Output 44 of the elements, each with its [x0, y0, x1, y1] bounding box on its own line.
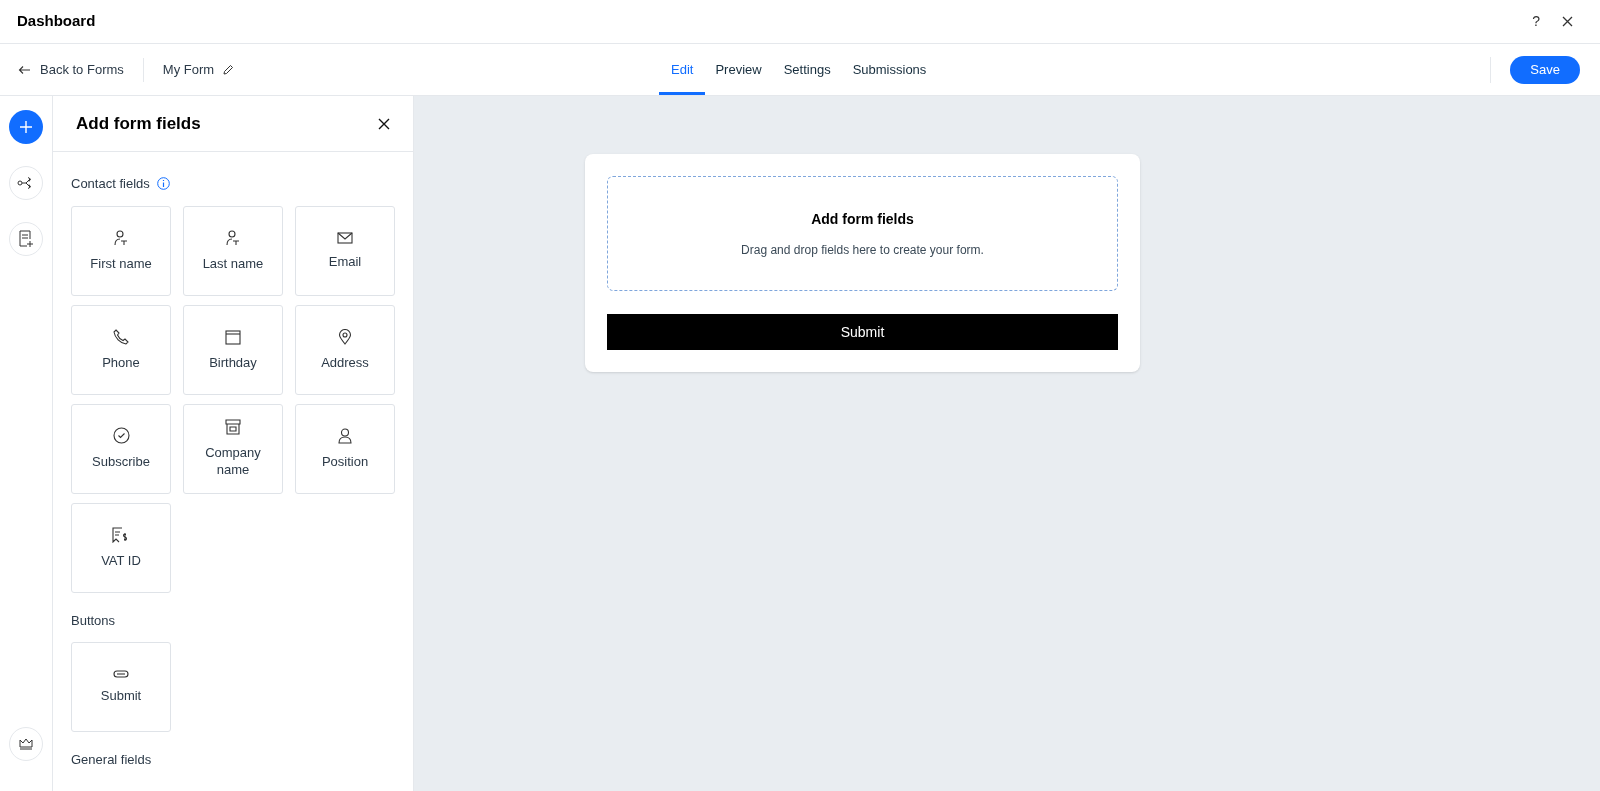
save-button[interactable]: Save: [1510, 55, 1580, 84]
tab[interactable]: Settings: [771, 44, 843, 95]
field-tile[interactable]: Company name: [183, 403, 283, 494]
field-tile[interactable]: Address: [295, 304, 395, 395]
field-tile[interactable]: Submit: [71, 642, 171, 732]
person-text-icon: [226, 229, 240, 246]
phone-icon: [113, 328, 129, 345]
drop-title: Add form fields: [811, 209, 914, 229]
person-text-icon: [114, 229, 128, 246]
info-icon[interactable]: [156, 177, 170, 191]
add-button[interactable]: [9, 110, 43, 144]
field-tile[interactable]: Position: [295, 403, 395, 494]
check-circle-icon: [112, 427, 130, 444]
field-tile[interactable]: First name: [71, 205, 171, 296]
arrow-left-icon: [18, 64, 31, 75]
back-link[interactable]: Back to Forms: [18, 59, 124, 80]
window-title: Dashboard: [17, 11, 96, 32]
field-tile[interactable]: Subscribe: [71, 403, 171, 494]
button-icon: [113, 670, 129, 678]
pencil-icon[interactable]: [222, 63, 235, 76]
submit-button[interactable]: Submit: [607, 314, 1118, 350]
panel-title: Add form fields: [76, 112, 201, 135]
person-icon: [338, 427, 352, 444]
drop-hint: Drag and drop fields here to create your form.: [741, 241, 984, 259]
section-title: Buttons: [71, 611, 116, 630]
field-tile[interactable]: Birthday: [183, 304, 283, 395]
calendar-icon: [225, 328, 241, 345]
field-tile[interactable]: Phone: [71, 304, 171, 395]
section-title: General fields: [71, 751, 152, 769]
field-tile[interactable]: VAT ID: [71, 502, 171, 593]
mail-icon: [337, 231, 353, 244]
store-icon: [225, 419, 241, 435]
receipt-icon: [112, 526, 130, 543]
close-icon[interactable]: [378, 117, 390, 130]
close-icon[interactable]: [1562, 16, 1573, 27]
location-pin-icon: [338, 328, 352, 345]
field-tile[interactable]: Email: [295, 205, 395, 296]
tab[interactable]: Submissions: [840, 44, 939, 95]
section-title: Contact fields: [71, 175, 150, 193]
help-button[interactable]: ?: [1532, 11, 1540, 32]
tab[interactable]: Preview: [703, 44, 774, 95]
field-tile[interactable]: Last name: [183, 205, 283, 296]
form-name: My Form: [162, 60, 215, 79]
plus-icon: [19, 120, 33, 134]
